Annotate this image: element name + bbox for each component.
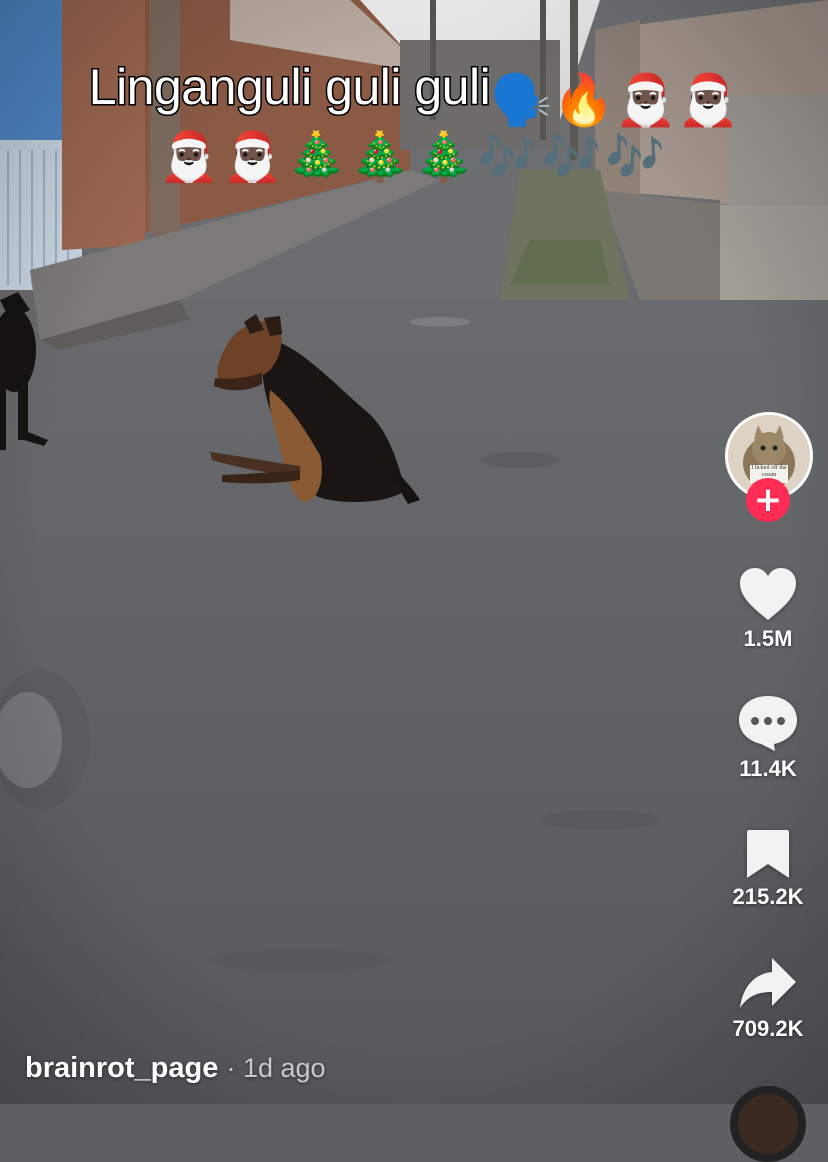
save-button[interactable]: 215.2K: [708, 828, 828, 910]
comment-button[interactable]: 11.4K: [708, 694, 828, 782]
share-arrow-icon: [740, 958, 796, 1008]
save-count: 215.2K: [732, 884, 804, 909]
meta-separator: ·: [226, 1053, 236, 1083]
comment-bubble-icon: [739, 696, 797, 751]
heart-icon: [740, 568, 796, 620]
bookmark-icon: [747, 830, 789, 878]
music-disc-icon[interactable]: [730, 1086, 806, 1162]
avatar-sign-text: I licked off the cream: [751, 465, 787, 478]
caption-line-1: Linganguli guli guli🗣️🔥🎅🏿🎅🏿: [0, 58, 828, 125]
caption-emojis-1: 🗣️🔥🎅🏿🎅🏿: [490, 70, 740, 129]
share-count: 709.2K: [732, 1016, 804, 1041]
share-button[interactable]: 709.2K: [708, 956, 828, 1042]
caption-emojis-2: 🎅🏿🎅🏿🎄🎄🎄🎶🎶🎶: [158, 129, 670, 185]
like-count: 1.5M: [743, 626, 793, 651]
caption-text: Linganguli guli guli: [87, 58, 492, 117]
author-username[interactable]: brainrot_page: [25, 1052, 218, 1084]
author-line: brainrot_page · 1d ago: [25, 1052, 326, 1085]
follow-button[interactable]: +: [746, 478, 790, 522]
post-time: 1d ago: [242, 1053, 326, 1083]
post-meta: · 1d ago: [226, 1053, 325, 1083]
caption-line-2: 🎅🏿🎅🏿🎄🎄🎄🎶🎶🎶: [0, 128, 828, 185]
comment-count: 11.4K: [739, 756, 797, 781]
plus-icon: +: [753, 480, 783, 520]
like-button[interactable]: 1.5M: [708, 566, 828, 652]
